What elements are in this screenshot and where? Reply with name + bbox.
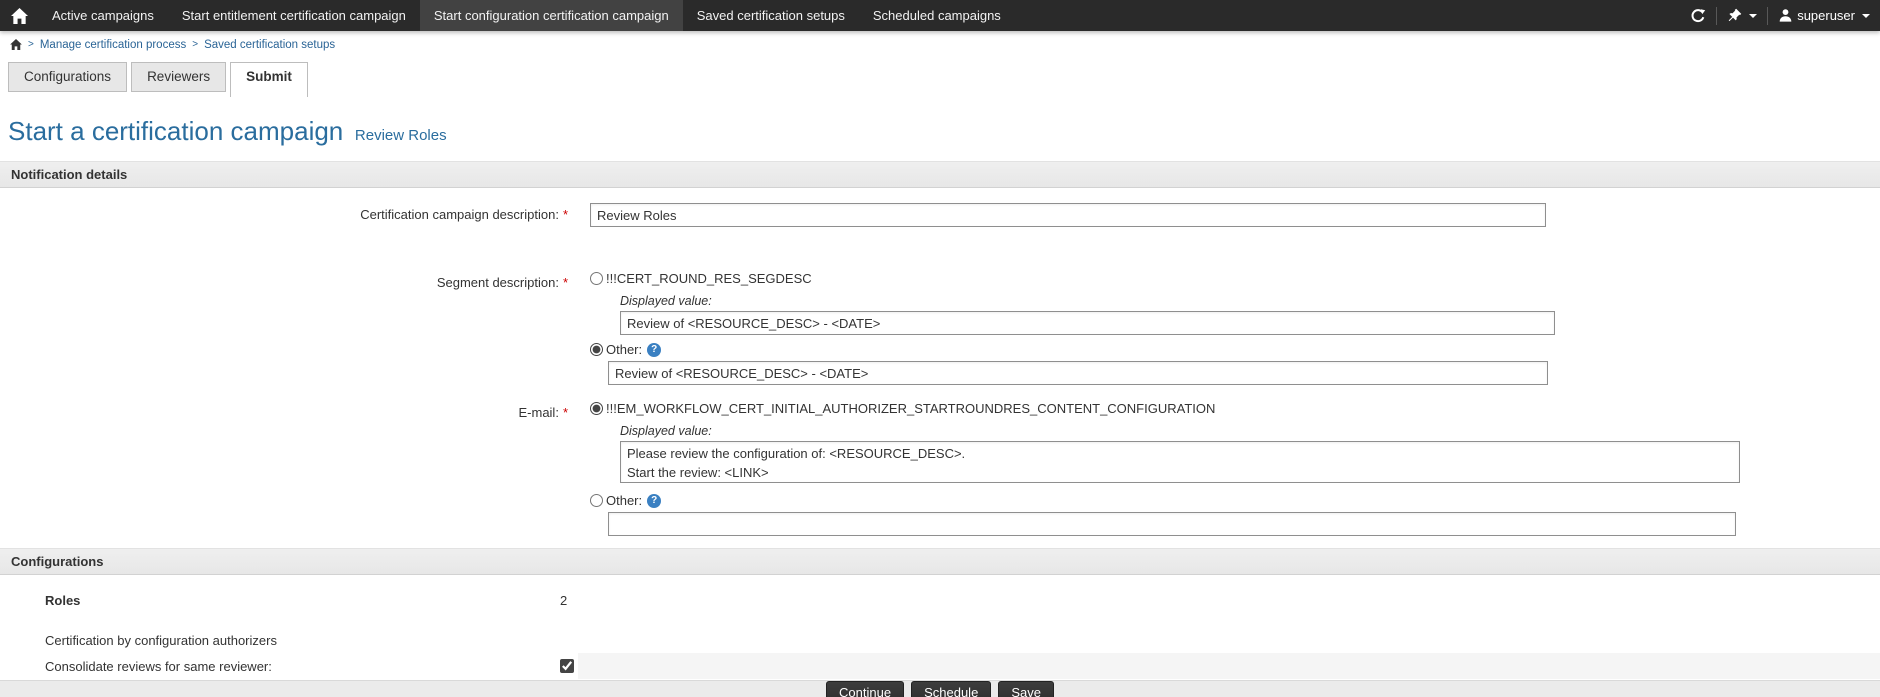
configurations-summary: Roles 2 Certification by configuration a… (0, 575, 1880, 679)
save-button[interactable]: Save (998, 681, 1054, 697)
roles-count: 2 (560, 593, 567, 608)
section-header-notification-details: Notification details (0, 161, 1880, 188)
help-icon[interactable]: ? (647, 494, 661, 508)
segment-other-radio[interactable] (590, 343, 603, 356)
breadcrumb-link-saved-certification-setups[interactable]: Saved certification setups (204, 39, 335, 51)
chevron-down-icon (1749, 14, 1757, 18)
spacer (0, 613, 1880, 627)
tab-submit[interactable]: Submit (230, 62, 308, 97)
continue-button[interactable]: Continue (826, 681, 904, 697)
segment-constant-option: !!!CERT_ROUND_RES_SEGDESC (590, 271, 1880, 286)
nav-item-start-configuration-certification-campaign[interactable]: Start configuration certification campai… (420, 0, 683, 31)
pin-menu-button[interactable] (1727, 8, 1757, 23)
displayed-value-label: Displayed value: (620, 424, 1880, 438)
segment-description-row: Segment description:* !!!CERT_ROUND_RES_… (0, 271, 1880, 385)
email-constant-option: !!!EM_WORKFLOW_CERT_INITIAL_AUTHORIZER_S… (590, 401, 1880, 416)
user-icon (1778, 8, 1793, 23)
email-row: E-mail:* !!!EM_WORKFLOW_CERT_INITIAL_AUT… (0, 401, 1880, 536)
campaign-description-label: Certification campaign description:* (0, 203, 568, 222)
nav-item-scheduled-campaigns[interactable]: Scheduled campaigns (859, 0, 1015, 31)
breadcrumb-separator: > (28, 39, 34, 50)
segment-constant-radio[interactable] (590, 272, 603, 285)
page-head: Start a certification campaign Review Ro… (0, 98, 1880, 161)
footer-bar: Continue Schedule Save (0, 680, 1880, 697)
refresh-button[interactable] (1690, 8, 1706, 24)
row-stripe (578, 653, 1880, 679)
nav-item-active-campaigns[interactable]: Active campaigns (38, 0, 168, 31)
page-title: Start a certification campaign (8, 116, 343, 146)
chevron-down-icon (1862, 14, 1870, 18)
tab-configurations[interactable]: Configurations (8, 62, 127, 92)
breadcrumb-home-icon[interactable] (10, 39, 22, 50)
email-constant-radio[interactable] (590, 402, 603, 415)
consolidate-checkbox[interactable] (560, 659, 574, 673)
required-asterisk: * (563, 405, 568, 420)
displayed-value-label: Displayed value: (620, 294, 1880, 308)
nav-item-saved-certification-setups[interactable]: Saved certification setups (683, 0, 859, 31)
required-asterisk: * (563, 275, 568, 290)
email-constant-label: !!!EM_WORKFLOW_CERT_INITIAL_AUTHORIZER_S… (606, 401, 1215, 416)
email-label: E-mail:* (0, 401, 568, 420)
pin-icon (1727, 8, 1742, 23)
schedule-button[interactable]: Schedule (911, 681, 991, 697)
breadcrumb-link-manage-certification-process[interactable]: Manage certification process (40, 39, 186, 51)
consolidate-label: Consolidate reviews for same reviewer: (45, 659, 560, 674)
user-name: superuser (1797, 8, 1855, 23)
segment-other-label: Other: (606, 342, 642, 357)
page-subtitle: Review Roles (355, 127, 447, 144)
home-button[interactable] (0, 0, 38, 31)
segment-displayed-value-input[interactable] (620, 311, 1555, 335)
authorizers-label: Certification by configuration authorize… (45, 633, 560, 648)
segment-description-label: Segment description:* (0, 271, 568, 290)
segment-other-input[interactable] (608, 361, 1548, 385)
email-displayed-value-textarea[interactable]: Please review the configuration of: <RES… (620, 441, 1740, 483)
roles-label: Roles (45, 593, 560, 608)
refresh-icon (1690, 8, 1706, 24)
tab-bar: Configurations Reviewers Submit (0, 58, 1880, 98)
authorizers-row: Certification by configuration authorize… (0, 627, 1880, 653)
navbar-separator (1767, 7, 1768, 25)
campaign-description-row: Certification campaign description:* (0, 203, 1880, 227)
app-navbar: Active campaigns Start entitlement certi… (0, 0, 1880, 31)
email-other-option: Other: ? (590, 493, 1880, 508)
nav-item-start-entitlement-certification-campaign[interactable]: Start entitlement certification campaign (168, 0, 420, 31)
breadcrumb-separator: > (192, 39, 198, 50)
tab-reviewers[interactable]: Reviewers (131, 62, 226, 92)
user-menu[interactable]: superuser (1778, 8, 1870, 23)
required-asterisk: * (563, 207, 568, 222)
consolidate-row: Consolidate reviews for same reviewer: (0, 653, 1880, 679)
help-icon[interactable]: ? (647, 343, 661, 357)
segment-constant-label: !!!CERT_ROUND_RES_SEGDESC (606, 271, 812, 286)
home-icon (11, 8, 28, 24)
breadcrumb: > Manage certification process > Saved c… (0, 31, 1880, 58)
segment-other-option: Other: ? (590, 342, 1880, 357)
email-other-input[interactable] (608, 512, 1736, 536)
section-header-configurations: Configurations (0, 548, 1880, 575)
notification-form: Certification campaign description:* Seg… (0, 188, 1880, 548)
roles-row: Roles 2 (0, 587, 1880, 613)
navbar-tools: superuser (1690, 0, 1880, 31)
email-other-label: Other: (606, 493, 642, 508)
campaign-description-input[interactable] (590, 203, 1546, 227)
navbar-separator (1716, 7, 1717, 25)
email-other-radio[interactable] (590, 494, 603, 507)
